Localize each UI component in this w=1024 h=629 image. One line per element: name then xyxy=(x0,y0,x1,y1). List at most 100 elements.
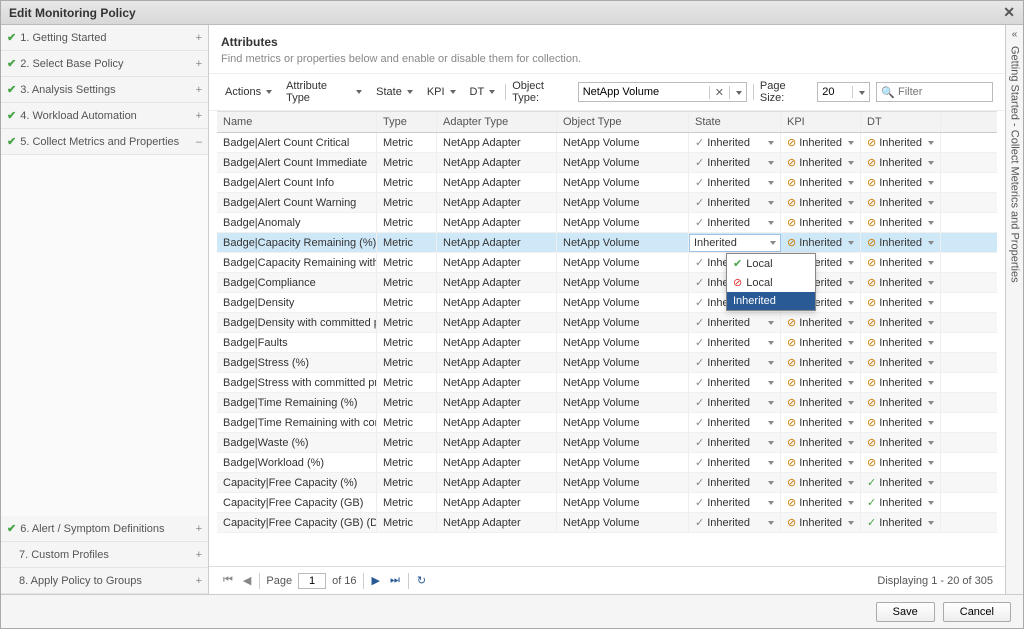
chevron-down-icon[interactable] xyxy=(768,341,774,345)
cell-dt[interactable]: ⊘ Inherited xyxy=(861,173,941,192)
cell-kpi[interactable]: ⊘ Inherited xyxy=(781,333,861,352)
chevron-down-icon[interactable] xyxy=(848,241,854,245)
sidebar-step[interactable]: ✔3. Analysis Settings+ xyxy=(1,77,208,103)
table-row[interactable]: Badge|DensityMetricNetApp AdapterNetApp … xyxy=(217,293,997,313)
chevron-down-icon[interactable] xyxy=(848,181,854,185)
last-page-icon[interactable]: ⏭ xyxy=(388,574,402,587)
table-row[interactable]: Badge|FaultsMetricNetApp AdapterNetApp V… xyxy=(217,333,997,353)
dt-menu[interactable]: DT xyxy=(466,84,500,100)
chevron-down-icon[interactable] xyxy=(768,361,774,365)
cell-state[interactable]: ✓ Inherited xyxy=(689,173,781,192)
dropdown-option-inherited[interactable]: Inherited xyxy=(727,292,815,310)
chevron-down-icon[interactable] xyxy=(928,301,934,305)
cell-kpi[interactable]: ⊘ Inherited xyxy=(781,413,861,432)
cell-kpi[interactable]: ⊘ Inherited xyxy=(781,513,861,532)
chevron-down-icon[interactable] xyxy=(852,86,869,98)
chevron-down-icon[interactable] xyxy=(848,141,854,145)
col-type[interactable]: Type xyxy=(377,112,437,132)
cell-dt[interactable]: ⊘ Inherited xyxy=(861,393,941,412)
cancel-button[interactable]: Cancel xyxy=(943,602,1011,622)
cell-state[interactable]: ✓ Inherited xyxy=(689,353,781,372)
chevron-down-icon[interactable] xyxy=(928,521,934,525)
cell-dt[interactable]: ⊘ Inherited xyxy=(861,233,941,252)
expand-icon[interactable]: + xyxy=(196,32,202,44)
sidebar-step[interactable]: 7. Custom Profiles+ xyxy=(1,542,208,568)
cell-kpi[interactable]: ⊘ Inherited xyxy=(781,393,861,412)
actions-menu[interactable]: Actions xyxy=(221,84,276,100)
chevron-down-icon[interactable] xyxy=(848,521,854,525)
cell-kpi[interactable]: ⊘ Inherited xyxy=(781,133,861,152)
state-menu[interactable]: State xyxy=(372,84,417,100)
cell-dt[interactable]: ⊘ Inherited xyxy=(861,373,941,392)
chevron-down-icon[interactable] xyxy=(768,461,774,465)
sidebar-step[interactable]: 8. Apply Policy to Groups+ xyxy=(1,568,208,594)
chevron-down-icon[interactable] xyxy=(848,361,854,365)
chevron-down-icon[interactable] xyxy=(730,86,746,98)
cell-kpi[interactable]: ⊘ Inherited xyxy=(781,313,861,332)
table-row[interactable]: Capacity|Free Capacity (%)MetricNetApp A… xyxy=(217,473,997,493)
chevron-down-icon[interactable] xyxy=(848,201,854,205)
chevron-down-icon[interactable] xyxy=(848,221,854,225)
cell-dt[interactable]: ✓ Inherited xyxy=(861,513,941,532)
chevron-down-icon[interactable] xyxy=(928,201,934,205)
chevron-down-icon[interactable] xyxy=(928,441,934,445)
col-object[interactable]: Object Type xyxy=(557,112,689,132)
cell-kpi[interactable]: ⊘ Inherited xyxy=(781,493,861,512)
col-adapter[interactable]: Adapter Type xyxy=(437,112,557,132)
table-row[interactable]: Badge|Time Remaining with com...MetricNe… xyxy=(217,413,997,433)
clear-icon[interactable]: ✕ xyxy=(709,86,730,99)
table-row[interactable]: Capacity|Free Capacity (GB)MetricNetApp … xyxy=(217,493,997,513)
next-page-icon[interactable]: ▶ xyxy=(370,574,382,587)
cell-state[interactable]: ✓ Inherited xyxy=(689,153,781,172)
cell-kpi[interactable]: ⊘ Inherited xyxy=(781,173,861,192)
cell-state[interactable]: ✓ Inherited xyxy=(689,413,781,432)
cell-dt[interactable]: ⊘ Inherited xyxy=(861,293,941,312)
chevron-down-icon[interactable] xyxy=(928,181,934,185)
cell-dt[interactable]: ⊘ Inherited xyxy=(861,413,941,432)
cell-dt[interactable]: ⊘ Inherited xyxy=(861,133,941,152)
table-row[interactable]: Badge|Time Remaining (%)MetricNetApp Ada… xyxy=(217,393,997,413)
cell-kpi[interactable]: ⊘ Inherited xyxy=(781,193,861,212)
cell-kpi[interactable]: ⊘ Inherited xyxy=(781,433,861,452)
sidebar-step[interactable]: ✔6. Alert / Symptom Definitions+ xyxy=(1,516,208,542)
page-input[interactable] xyxy=(298,573,326,589)
chevron-down-icon[interactable] xyxy=(848,321,854,325)
chevron-down-icon[interactable] xyxy=(928,221,934,225)
cell-state[interactable]: ✓ Inherited xyxy=(689,333,781,352)
chevron-down-icon[interactable] xyxy=(768,161,774,165)
expand-icon[interactable]: + xyxy=(196,523,202,535)
table-row[interactable]: Badge|Waste (%)MetricNetApp AdapterNetAp… xyxy=(217,433,997,453)
chevron-down-icon[interactable] xyxy=(848,261,854,265)
cell-state[interactable]: ✓ Inherited xyxy=(689,133,781,152)
cell-state[interactable]: ✓ Inherited xyxy=(689,453,781,472)
page-size-field[interactable] xyxy=(817,82,870,102)
sidebar-step[interactable]: ✔2. Select Base Policy+ xyxy=(1,51,208,77)
cell-kpi[interactable]: ⊘ Inherited xyxy=(781,453,861,472)
cell-kpi[interactable]: ⊘ Inherited xyxy=(781,153,861,172)
collapse-icon[interactable]: « xyxy=(1012,29,1018,40)
chevron-down-icon[interactable] xyxy=(768,201,774,205)
table-row[interactable]: Badge|ComplianceMetricNetApp AdapterNetA… xyxy=(217,273,997,293)
chevron-down-icon[interactable] xyxy=(848,421,854,425)
right-sidebar[interactable]: « Getting Started - Collect Meterics and… xyxy=(1005,25,1023,594)
cell-state[interactable]: ✓ Inherited xyxy=(689,313,781,332)
chevron-down-icon[interactable] xyxy=(848,501,854,505)
cell-kpi[interactable]: ⊘ Inherited xyxy=(781,353,861,372)
cell-dt[interactable]: ⊘ Inherited xyxy=(861,313,941,332)
table-row[interactable]: Badge|Alert Count InfoMetricNetApp Adapt… xyxy=(217,173,997,193)
cell-dt[interactable]: ⊘ Inherited xyxy=(861,353,941,372)
chevron-down-icon[interactable] xyxy=(768,421,774,425)
chevron-down-icon[interactable] xyxy=(768,501,774,505)
expand-icon[interactable]: + xyxy=(196,84,202,96)
cell-dt[interactable]: ⊘ Inherited xyxy=(861,253,941,272)
page-size-input[interactable] xyxy=(818,84,852,100)
table-row[interactable]: Badge|Stress (%)MetricNetApp AdapterNetA… xyxy=(217,353,997,373)
chevron-down-icon[interactable] xyxy=(848,381,854,385)
table-row[interactable]: Badge|Alert Count WarningMetricNetApp Ad… xyxy=(217,193,997,213)
cell-kpi[interactable]: ⊘ Inherited xyxy=(781,233,861,252)
chevron-down-icon[interactable] xyxy=(768,181,774,185)
cell-kpi[interactable]: ⊘ Inherited xyxy=(781,473,861,492)
cell-dt[interactable]: ⊘ Inherited xyxy=(861,433,941,452)
chevron-down-icon[interactable] xyxy=(848,401,854,405)
cell-kpi[interactable]: ⊘ Inherited xyxy=(781,213,861,232)
